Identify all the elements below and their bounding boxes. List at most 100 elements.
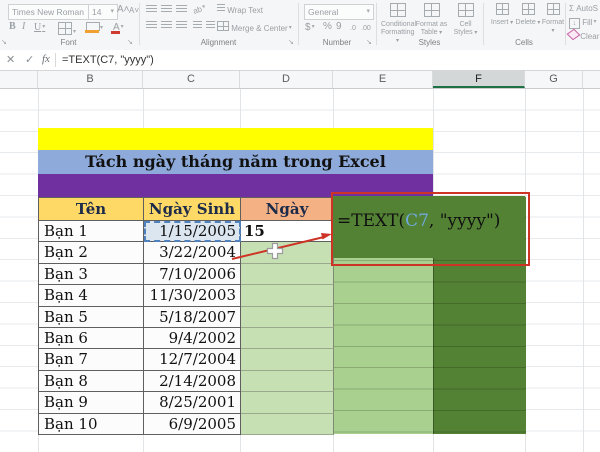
sheet-grid[interactable]: Tách ngày tháng năm trong Excel Tên Ngày…	[0, 89, 600, 452]
cell-d8[interactable]	[241, 242, 334, 263]
percent-button[interactable]: %	[323, 21, 332, 33]
cell-d7[interactable]: 15	[241, 221, 334, 242]
table-header-birth[interactable]: Ngày Sinh	[144, 198, 241, 221]
cell-b8[interactable]: Bạn 2	[39, 242, 144, 263]
cell-b15[interactable]: Bạn 9	[39, 392, 144, 413]
align-left-button[interactable]	[146, 21, 157, 34]
align-right-icon	[176, 21, 187, 30]
cell-c13[interactable]: 12/7/2004	[144, 349, 241, 370]
underline-button[interactable]: U	[34, 21, 45, 34]
align-right-button[interactable]	[176, 21, 187, 34]
conditional-formatting-icon	[390, 3, 406, 17]
cell-b13[interactable]: Bạn 7	[39, 349, 144, 370]
font-dialog-launcher-icon[interactable]: ↘	[127, 39, 135, 47]
orientation-button[interactable]: ab	[191, 1, 208, 18]
cell-b16[interactable]: Bạn 10	[39, 414, 144, 435]
cell-d11[interactable]	[241, 307, 334, 328]
cell-c14[interactable]: 2/14/2008	[144, 371, 241, 392]
borders-button[interactable]	[58, 22, 76, 39]
decrease-decimal-button[interactable]: .00	[361, 23, 371, 35]
alignment-dialog-launcher-icon[interactable]: ↘	[288, 39, 296, 47]
font-group-label: Font	[0, 38, 137, 47]
increase-indent-icon	[206, 21, 215, 30]
cell-c16[interactable]: 6/9/2005	[144, 414, 241, 435]
ribbon: ↘ Times New Roman 14 A˄ A˅ B I U A Font …	[0, 0, 600, 51]
font-size-select[interactable]: 14	[88, 4, 118, 20]
cell-d12[interactable]	[241, 328, 334, 349]
column-header-e[interactable]: E	[333, 71, 433, 88]
autosum-icon: Σ	[569, 4, 574, 13]
cell-b7[interactable]: Bạn 1	[39, 221, 144, 242]
banner-title[interactable]: Tách ngày tháng năm trong Excel	[38, 150, 433, 174]
merge-center-icon	[217, 21, 229, 31]
bold-button[interactable]: B	[9, 21, 16, 33]
font-name-select[interactable]: Times New Roman	[8, 4, 92, 20]
formula-bar-input[interactable]: =TEXT(C7, "yyyy")	[62, 54, 154, 66]
format-cells-button[interactable]: Format	[540, 3, 566, 35]
clear-button[interactable]: Clear	[569, 30, 600, 43]
cell-d15[interactable]	[241, 392, 334, 413]
align-bottom-icon	[176, 5, 187, 14]
font-color-button[interactable]: A	[113, 21, 124, 34]
cell-b14[interactable]: Bạn 8	[39, 371, 144, 392]
column-header-g[interactable]: G	[525, 71, 583, 88]
cell-styles-button[interactable]: Cell Styles	[449, 3, 482, 37]
cell-d13[interactable]	[241, 349, 334, 370]
align-center-button[interactable]	[161, 21, 172, 34]
autosum-button[interactable]: Σ AutoS	[569, 3, 598, 15]
insert-function-icon[interactable]: fx	[42, 53, 50, 65]
column-header-b[interactable]: B	[38, 71, 143, 88]
font-size-value: 14	[92, 7, 101, 17]
column-header-f-selected[interactable]: F	[433, 71, 525, 88]
cell-c7-marching-ants[interactable]: 1/15/2005	[144, 221, 241, 242]
insert-cells-button[interactable]: Insert	[489, 3, 515, 27]
column-header-c[interactable]: C	[143, 71, 240, 88]
number-dialog-launcher-icon[interactable]: ↘	[366, 39, 374, 47]
align-left-icon	[146, 21, 157, 30]
currency-button[interactable]: $	[305, 21, 315, 34]
align-top-button[interactable]	[146, 5, 157, 18]
table-header-name[interactable]: Tên	[39, 198, 144, 221]
insert-cells-icon	[496, 3, 509, 15]
merge-center-button[interactable]: Merge & Center	[217, 21, 292, 35]
cell-c11[interactable]: 5/18/2007	[144, 307, 241, 328]
column-header-d[interactable]: D	[240, 71, 333, 88]
delete-cells-button[interactable]: Delete	[515, 3, 541, 27]
fill-button[interactable]: ↓ Fill	[569, 16, 596, 29]
italic-button[interactable]: I	[22, 21, 25, 33]
banner-yellow-row[interactable]	[38, 128, 433, 150]
shrink-font-button[interactable]: A˅	[129, 5, 139, 17]
cancel-icon[interactable]: ✕	[6, 53, 15, 66]
cell-b11[interactable]: Bạn 5	[39, 307, 144, 328]
cell-d9[interactable]	[241, 264, 334, 285]
fill-color-button[interactable]	[86, 22, 103, 35]
cell-b10[interactable]: Bạn 4	[39, 285, 144, 306]
comma-style-button[interactable]: 9	[336, 21, 342, 33]
cell-d10[interactable]	[241, 285, 334, 306]
cell-c8[interactable]: 3/22/2004	[144, 242, 241, 263]
format-as-table-button[interactable]: Format as Table	[415, 3, 448, 37]
decrease-indent-button[interactable]	[193, 21, 202, 34]
align-middle-button[interactable]	[161, 5, 172, 18]
table-header-day[interactable]: Ngày	[241, 198, 334, 221]
increase-decimal-button[interactable]: .0	[350, 23, 356, 35]
cell-d14[interactable]	[241, 371, 334, 392]
cell-styles-label: Cell Styles	[454, 21, 478, 36]
decrease-indent-icon	[193, 21, 202, 30]
cell-b9[interactable]: Bạn 3	[39, 264, 144, 285]
cell-c9[interactable]: 7/10/2006	[144, 264, 241, 285]
eraser-icon	[567, 29, 581, 41]
wrap-text-button[interactable]: Wrap Text	[217, 4, 263, 17]
cell-c12[interactable]: 9/4/2002	[144, 328, 241, 349]
cell-d16[interactable]	[241, 414, 334, 435]
enter-icon[interactable]: ✓	[25, 53, 34, 66]
increase-indent-button[interactable]	[206, 21, 215, 34]
cell-c15[interactable]: 8/25/2001	[144, 392, 241, 413]
grow-font-button[interactable]: A˄	[117, 4, 130, 16]
column-header-a-partial[interactable]	[0, 71, 38, 88]
format-as-table-label: Format as Table	[416, 21, 448, 36]
number-format-select[interactable]: General	[304, 4, 374, 20]
cell-b12[interactable]: Bạn 6	[39, 328, 144, 349]
align-bottom-button[interactable]	[176, 5, 187, 18]
cell-c10[interactable]: 11/30/2003	[144, 285, 241, 306]
